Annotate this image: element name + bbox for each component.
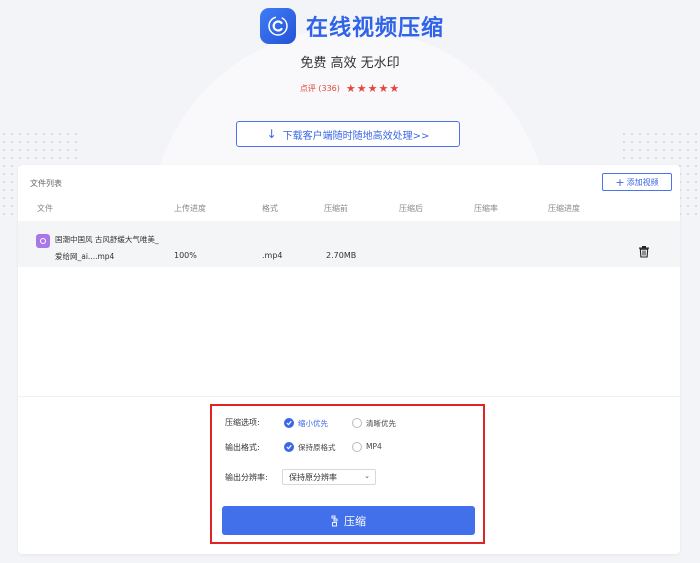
add-video-label: 添加视频 — [626, 177, 659, 187]
format-option-mp4[interactable]: MP4 — [366, 442, 382, 451]
column-header-upload-progress: 上传进度 — [174, 204, 206, 213]
add-video-button[interactable]: + 添加视频 — [602, 173, 672, 191]
compress-option-label: 压缩选项: — [225, 418, 260, 427]
compress-option-quality-first[interactable]: 清晰优先 — [366, 418, 396, 429]
radio-quality-first[interactable] — [352, 418, 362, 428]
resolution-option-label: 输出分辨率: — [225, 473, 268, 482]
format-option-keep-original[interactable]: 保持原格式 — [298, 442, 336, 453]
radio-mp4[interactable] — [352, 442, 362, 452]
logo-row: 在线视频压缩 — [260, 8, 444, 44]
delete-trash-icon[interactable] — [638, 243, 650, 262]
options-divider — [18, 396, 680, 397]
plus-icon: + — [615, 175, 625, 189]
download-client-label: 下载客户端随时随地高效处理>> — [282, 130, 430, 142]
column-header-size-before: 压缩前 — [324, 204, 348, 213]
file-name-line2: 爱给网_ai....mp4 — [55, 252, 115, 261]
file-name: 国潮中国风 古风舒缓大气唯美_ 爱给网_ai....mp4 — [55, 231, 175, 265]
download-arrow-icon: ↓ — [266, 127, 277, 141]
file-name-line1: 国潮中国风 古风舒缓大气唯美_ — [55, 235, 159, 244]
format-option-label: 输出格式: — [225, 443, 260, 452]
size-before-value: 2.70MB — [326, 251, 357, 260]
subtitle: 免费 高效 无水印 — [300, 56, 400, 71]
resolution-select[interactable]: 保持原分辨率 ⌄ — [282, 469, 376, 485]
compress-button-label: 压缩 — [344, 514, 366, 528]
column-header-ratio: 压缩率 — [474, 204, 498, 213]
page-header: 在线视频压缩 免费 高效 无水印 点评 (336) ★★★★★ ↓ 下载客户端随… — [0, 0, 700, 160]
chevron-down-icon: ⌄ — [364, 472, 370, 480]
radio-size-first-checked-icon[interactable] — [284, 418, 294, 428]
video-file-icon — [36, 234, 50, 248]
column-header-progress: 压缩进度 — [548, 204, 580, 213]
format-value: .mp4 — [262, 251, 283, 260]
compress-button[interactable]: 压缩 — [222, 506, 475, 535]
zip-icon — [331, 515, 338, 526]
compress-option-size-first[interactable]: 缩小优先 — [298, 418, 328, 429]
upload-progress-value: 100% — [174, 251, 197, 260]
app-logo-icon — [260, 8, 296, 44]
rating-row: 点评 (336) ★★★★★ — [0, 82, 700, 95]
column-header-format: 格式 — [262, 204, 278, 213]
resolution-select-value: 保持原分辨率 — [289, 472, 337, 482]
review-count-link[interactable]: 点评 (336) — [300, 83, 340, 94]
column-header-size-after: 压缩后 — [399, 204, 423, 213]
column-header-file: 文件 — [37, 204, 53, 213]
download-client-button[interactable]: ↓ 下载客户端随时随地高效处理>> — [236, 121, 460, 147]
radio-keep-format-checked-icon[interactable] — [284, 442, 294, 452]
app-title: 在线视频压缩 — [306, 16, 445, 41]
file-list-title: 文件列表 — [30, 179, 62, 188]
table-row: 国潮中国风 古风舒缓大气唯美_ 爱给网_ai....mp4 100% .mp4 … — [18, 221, 680, 267]
rating-stars-icon: ★★★★★ — [345, 82, 401, 95]
